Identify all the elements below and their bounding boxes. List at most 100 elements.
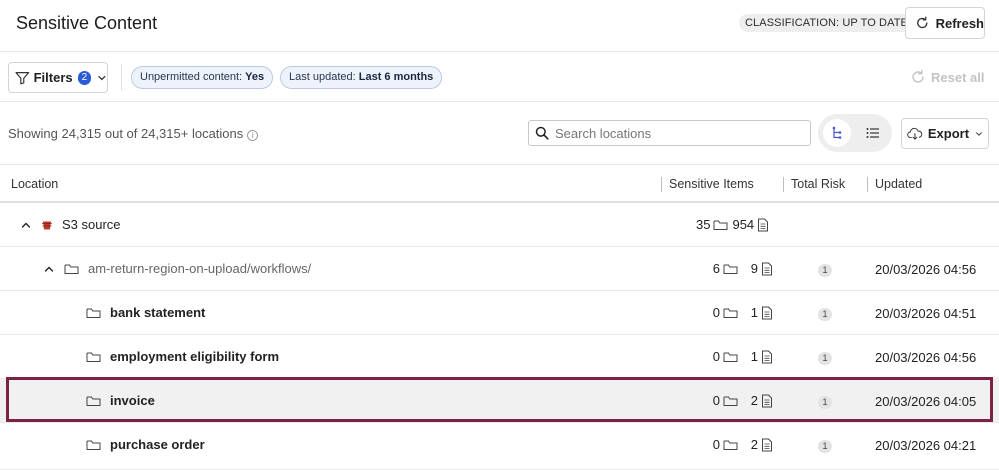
- refresh-label: Refresh: [935, 15, 984, 31]
- location-name: S3 source: [62, 217, 121, 232]
- risk-badge: 1: [818, 440, 832, 453]
- search-icon: [535, 126, 549, 140]
- sensitive-items-cell: 0 2: [710, 437, 773, 452]
- info-icon[interactable]: i: [247, 130, 259, 141]
- page-header: Sensitive Content CLASSIFICATION: UP TO …: [0, 0, 999, 52]
- column-header-updated[interactable]: Updated: [875, 177, 922, 191]
- file-icon: [762, 394, 772, 407]
- table-toolbar: Showing 24,315 out of 24,315+ locations i: [0, 102, 999, 164]
- location-name: am-return-region-on-upload/workflows/: [88, 261, 312, 276]
- folder-icon: [723, 396, 738, 406]
- filters-label: Filters: [33, 70, 73, 85]
- file-count: 2: [750, 393, 758, 408]
- refresh-button[interactable]: Refresh: [905, 7, 985, 39]
- location-cell: S3 source: [20, 217, 121, 232]
- location-cell: employment eligibility form: [86, 349, 279, 364]
- folder-icon: [723, 308, 738, 318]
- chip-label: Last updated:: [289, 71, 359, 83]
- file-icon: [762, 306, 772, 319]
- s3-bucket-icon: [41, 219, 53, 231]
- chevron-up-icon[interactable]: [43, 263, 55, 275]
- filters-count-badge: 2: [77, 70, 92, 85]
- filter-chip-unpermitted[interactable]: Unpermitted content: Yes: [131, 66, 274, 89]
- folder-icon: [723, 352, 738, 362]
- sensitive-items-cell: 6 9: [710, 261, 773, 276]
- search-input[interactable]: [555, 125, 795, 141]
- location-name: purchase order: [110, 437, 205, 452]
- reset-all-button[interactable]: Reset all: [910, 69, 984, 85]
- updated-cell: 20/03/2026 04:51: [875, 306, 977, 321]
- file-count: 954: [732, 217, 755, 232]
- table-row[interactable]: bank statement 0 1 1 20/03/2026 04:51: [0, 291, 999, 335]
- sensitive-items-cell: 0 1: [710, 349, 773, 364]
- chevron-up-icon[interactable]: [20, 219, 32, 231]
- filter-icon: [15, 71, 30, 84]
- chip-value: Yes: [245, 71, 265, 83]
- location-cell: purchase order: [86, 437, 205, 452]
- column-divider: [661, 177, 662, 192]
- chevron-down-icon: [98, 75, 106, 80]
- page-title: Sensitive Content: [16, 13, 158, 33]
- location-name: invoice: [110, 393, 155, 408]
- column-divider: [783, 177, 784, 192]
- folder-icon: [86, 439, 101, 451]
- column-header-sensitive-items[interactable]: Sensitive Items: [669, 177, 754, 191]
- folder-icon: [723, 440, 738, 450]
- folder-icon: [723, 264, 738, 274]
- folder-count: 35: [696, 217, 711, 232]
- location-name: bank statement: [110, 305, 206, 320]
- folder-icon: [86, 307, 101, 319]
- risk-badge: 1: [818, 308, 832, 321]
- tree-view-button[interactable]: [823, 119, 851, 147]
- folder-count: 0: [712, 305, 720, 320]
- column-divider: [867, 177, 868, 192]
- export-label: Export: [927, 126, 970, 141]
- table-row[interactable]: purchase order 0 2 1 20/03/2026 04:21: [0, 423, 999, 470]
- view-toggle: [818, 114, 892, 152]
- folder-icon: [64, 263, 79, 275]
- risk-badge: 1: [818, 352, 832, 365]
- table-row-selected[interactable]: invoice 0 2 1 20/03/2026 04:05: [0, 379, 999, 423]
- file-count: 1: [750, 349, 758, 364]
- refresh-icon: [917, 16, 928, 29]
- classification-status-badge: CLASSIFICATION: UP TO DATE: [739, 14, 914, 32]
- chevron-down-icon: [976, 131, 982, 136]
- sensitive-items-cell: 35 954: [696, 217, 769, 232]
- list-view-icon: [866, 128, 879, 138]
- location-cell: invoice: [86, 393, 155, 408]
- file-icon: [762, 438, 772, 451]
- results-count: Showing 24,315 out of 24,315+ locations i: [8, 126, 259, 141]
- file-icon: [758, 218, 769, 231]
- location-cell: am-return-region-on-upload/workflows/: [43, 261, 311, 276]
- results-count-text: Showing 24,315 out of 24,315+ locations: [8, 126, 244, 141]
- export-button[interactable]: Export: [901, 118, 989, 149]
- file-count: 9: [750, 261, 758, 276]
- folder-icon: [86, 351, 101, 363]
- file-icon: [762, 350, 772, 363]
- sensitive-items-cell: 0 2: [710, 393, 773, 408]
- chip-label: Unpermitted content:: [140, 71, 246, 83]
- updated-cell: 20/03/2026 04:56: [875, 262, 977, 277]
- risk-badge: 1: [818, 396, 832, 409]
- file-count: 2: [750, 437, 758, 452]
- table-header: Location Sensitive Items Total Risk Upda…: [0, 164, 999, 203]
- folder-count: 6: [712, 261, 720, 276]
- risk-badge: 1: [818, 264, 832, 277]
- folder-count: 0: [712, 349, 720, 364]
- list-view-button[interactable]: [859, 119, 887, 147]
- search-box[interactable]: [528, 120, 811, 146]
- cloud-download-icon: [907, 127, 923, 140]
- table-row[interactable]: employment eligibility form 0 1 1 20/03/…: [0, 335, 999, 379]
- tree-view-icon: [832, 126, 842, 139]
- folder-count: 0: [712, 437, 720, 452]
- table-row[interactable]: am-return-region-on-upload/workflows/ 6 …: [0, 247, 999, 291]
- filters-button[interactable]: Filters 2: [8, 62, 108, 93]
- column-header-location[interactable]: Location: [11, 177, 58, 191]
- location-name: employment eligibility form: [110, 349, 280, 364]
- table-row[interactable]: S3 source 35 954: [0, 203, 999, 247]
- updated-cell: 20/03/2026 04:56: [875, 350, 977, 365]
- reset-icon: [912, 69, 924, 83]
- file-count: 1: [750, 305, 758, 320]
- filter-chip-last-updated[interactable]: Last updated: Last 6 months: [280, 66, 443, 89]
- column-header-total-risk[interactable]: Total Risk: [791, 177, 845, 191]
